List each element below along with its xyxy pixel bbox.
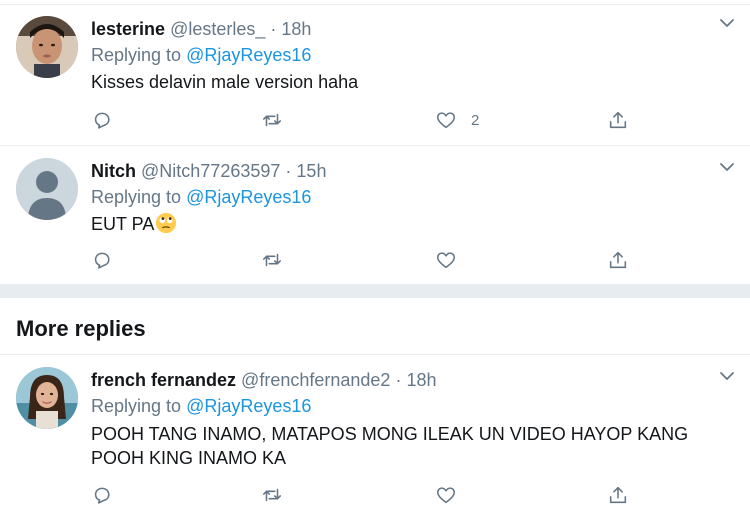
share-button[interactable] [607, 483, 629, 507]
user-handle[interactable]: @Nitch77263597 [141, 161, 280, 181]
reply-button[interactable] [91, 483, 113, 507]
separator: · [285, 161, 292, 181]
display-name[interactable]: Nitch [91, 161, 136, 181]
retweet-icon [262, 488, 282, 502]
tweet-lesterine[interactable]: lesterine @lesterles_ · 18h Replying to … [0, 0, 750, 146]
tweet-actions [91, 483, 651, 507]
share-icon [609, 486, 627, 504]
timestamp[interactable]: 18h [406, 370, 436, 390]
avatar[interactable] [16, 16, 78, 78]
timestamp[interactable]: 15h [296, 161, 326, 181]
tweet-nitch[interactable]: Nitch @Nitch77263597 · 15h Replying to @… [0, 146, 750, 284]
avatar-image [16, 16, 78, 78]
display-name[interactable]: lesterine [91, 19, 165, 39]
reply-icon [94, 112, 110, 129]
tweet-text-line: POOH TANG INAMO, MATAPOS MONG ILEAK UN V… [91, 424, 689, 444]
chevron-down-icon[interactable] [718, 367, 736, 385]
tweet-text: POOH TANG INAMO, MATAPOS MONG ILEAK UN V… [91, 422, 711, 470]
section-gap [0, 284, 750, 298]
avatar[interactable] [16, 158, 78, 220]
reply-icon [94, 252, 110, 269]
replying-to: Replying to @RjayReyes16 [91, 44, 311, 66]
like-icon [436, 487, 456, 504]
separator: · [270, 19, 277, 39]
tweet-text-container: EUT PA [91, 212, 711, 236]
retweet-icon [262, 253, 282, 267]
tweet-header: lesterine @lesterles_ · 18h [91, 18, 311, 40]
rolling-eyes-emoji-icon [156, 212, 177, 234]
share-icon [609, 251, 627, 269]
replying-to-link[interactable]: @RjayReyes16 [186, 187, 311, 207]
avatar-image [16, 367, 78, 429]
tweet-text: Kisses delavin male version haha [91, 72, 359, 92]
tweet-text-line: POOH KING INAMO KA [91, 448, 287, 468]
retweet-button[interactable] [261, 483, 283, 507]
user-handle[interactable]: @frenchfernande2 [241, 370, 390, 390]
chevron-down-icon[interactable] [718, 158, 736, 176]
tweet-header: french fernandez @frenchfernande2 · 18h [91, 369, 437, 391]
replying-prefix: Replying to [91, 396, 182, 416]
share-icon [609, 111, 627, 129]
timestamp[interactable]: 18h [281, 19, 311, 39]
replying-prefix: Replying to [91, 187, 182, 207]
reply-button[interactable] [91, 248, 113, 272]
user-handle[interactable]: @lesterles_ [170, 19, 265, 39]
tweet-actions [91, 248, 651, 272]
chevron-down-icon[interactable] [718, 14, 736, 32]
retweet-button[interactable] [261, 108, 283, 132]
share-button[interactable] [607, 248, 629, 272]
replying-to: Replying to @RjayReyes16 [91, 186, 311, 208]
like-icon [436, 252, 456, 269]
tweet-actions: 2 [91, 108, 651, 132]
reply-button[interactable] [91, 108, 113, 132]
like-button[interactable] [435, 248, 457, 272]
default-avatar-icon [16, 158, 78, 220]
like-button[interactable] [435, 483, 457, 507]
replying-prefix: Replying to [91, 45, 182, 65]
like-count: 2 [471, 111, 480, 129]
separator: · [395, 370, 402, 390]
like-button[interactable]: 2 [435, 108, 479, 132]
reply-icon [94, 487, 110, 504]
tweet-french-fernandez[interactable]: french fernandez @frenchfernande2 · 18h … [0, 355, 750, 504]
replying-to-link[interactable]: @RjayReyes16 [186, 396, 311, 416]
replying-to-link[interactable]: @RjayReyes16 [186, 45, 311, 65]
tweet-header: Nitch @Nitch77263597 · 15h [91, 160, 326, 182]
retweet-button[interactable] [261, 248, 283, 272]
display-name[interactable]: french fernandez [91, 370, 236, 390]
retweet-icon [262, 113, 282, 127]
tweet-text: EUT PA [91, 214, 155, 234]
avatar[interactable] [16, 367, 78, 429]
section-title: More replies [16, 316, 146, 341]
replying-to: Replying to @RjayReyes16 [91, 395, 311, 417]
like-icon [436, 112, 456, 129]
share-button[interactable] [607, 108, 629, 132]
